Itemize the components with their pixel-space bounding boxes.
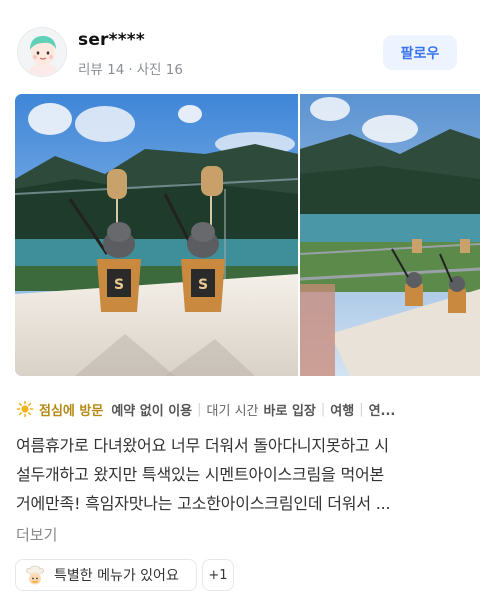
reservation-tag: 예약 없이 이용 bbox=[111, 403, 193, 419]
follow-button[interactable]: 팔로우 bbox=[383, 35, 457, 70]
wait-time-label: 대기 시간 bbox=[206, 403, 259, 419]
wait-time-value: 바로 입장 bbox=[263, 403, 316, 419]
svg-text:S: S bbox=[198, 277, 208, 293]
visit-info-tags: 점심에 방문 예약 없이 이용 | 대기 시간 바로 입장 | 여행 | 연..… bbox=[16, 398, 464, 420]
svg-text:S: S bbox=[114, 277, 124, 293]
review-photo-1[interactable]: S S bbox=[15, 94, 298, 376]
purpose-tag: 여행 bbox=[330, 403, 355, 419]
review-text-line: 거에만족! 흑임자맛나는 고소한아이스크림인데 더워서 ... bbox=[16, 494, 391, 513]
tag-divider: | bbox=[320, 401, 326, 417]
review-photo-2[interactable] bbox=[300, 94, 480, 376]
review-text-line: 여름휴가로 다녀왔어요 너무 더워서 돌아다니지못하고 시 bbox=[16, 436, 389, 455]
read-more-link[interactable]: 더보기 bbox=[16, 524, 57, 545]
companion-tag-truncated: 연... bbox=[368, 403, 396, 419]
review-text-line: 설두개하고 왔지만 특색있는 시멘트아이스크림을 먹어본 bbox=[16, 465, 385, 484]
keyword-chip-label: 특별한 메뉴가 있어요 bbox=[54, 568, 179, 584]
reviewer-stats: 리뷰 14 · 사진 16 bbox=[78, 58, 183, 78]
avatar-illustration-icon bbox=[18, 28, 66, 76]
review-count: 리뷰 14 bbox=[78, 62, 125, 78]
reviewer-name[interactable]: ser**** bbox=[78, 30, 145, 50]
photo-count: 사진 16 bbox=[136, 62, 183, 78]
photo-carousel[interactable]: S S bbox=[15, 94, 480, 376]
photo-cement-ice-cream-icon: S S bbox=[15, 94, 298, 376]
avatar[interactable] bbox=[17, 27, 67, 77]
visit-time-tag: 점심에 방문 bbox=[39, 403, 104, 419]
sun-icon bbox=[16, 400, 34, 418]
chef-icon bbox=[25, 565, 45, 585]
separator-dot: · bbox=[128, 62, 133, 78]
review-card: ser**** 리뷰 14 · 사진 16 팔로우 S S 점심에 방문 예약 … bbox=[0, 0, 480, 606]
keyword-chip[interactable]: 특별한 메뉴가 있어요 bbox=[15, 559, 197, 591]
review-text[interactable]: 여름휴가로 다녀왔어요 너무 더워서 돌아다니지못하고 시 설두개하고 왔지만 … bbox=[16, 431, 464, 518]
tag-divider: | bbox=[359, 401, 364, 417]
more-keywords-chip[interactable]: +1 bbox=[202, 559, 234, 591]
photo-terrace-lake-view-icon bbox=[300, 94, 480, 376]
tag-divider: | bbox=[197, 401, 202, 417]
